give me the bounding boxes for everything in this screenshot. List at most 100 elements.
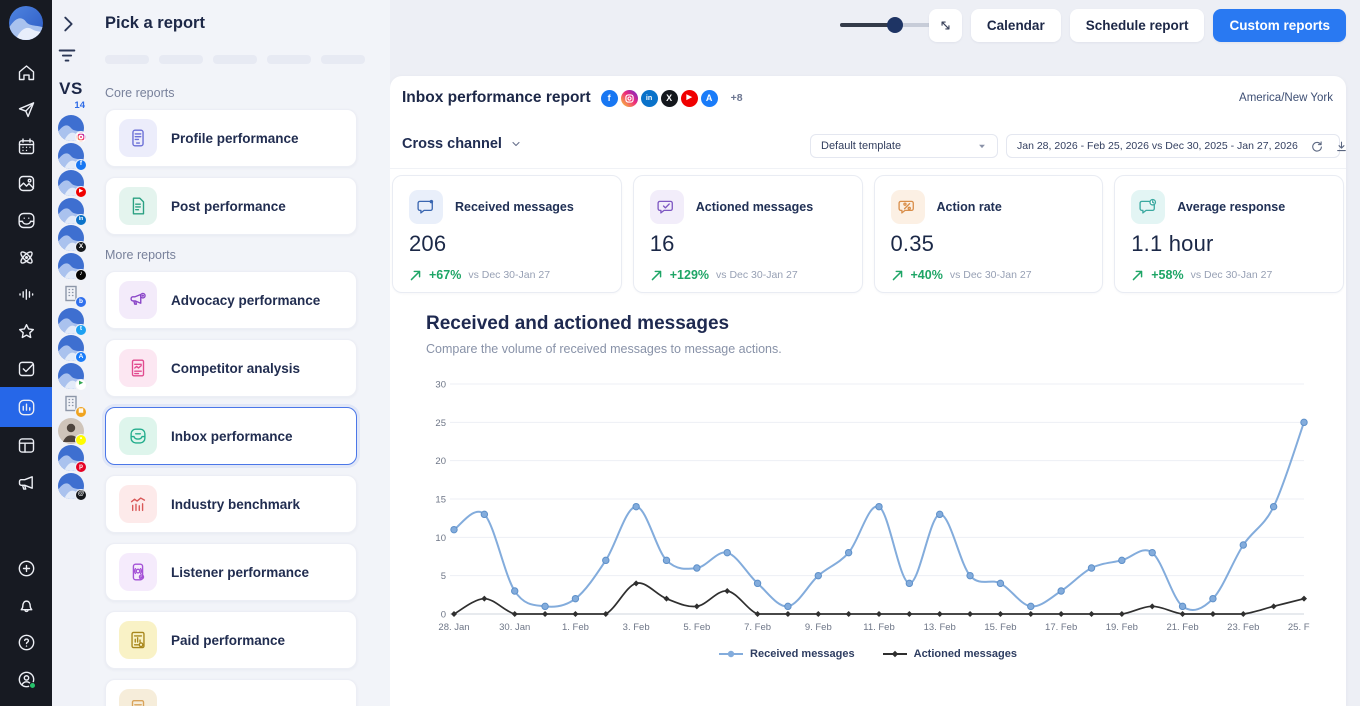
profile-avatar-instagram[interactable] (58, 115, 84, 141)
profile-avatar-app-store[interactable]: A (58, 335, 84, 361)
report-panel: Inbox performance report finX▶A +8 Ameri… (390, 76, 1346, 706)
profile-avatar-pinterest[interactable]: p (58, 445, 84, 471)
report-card-label: Competitor analysis (171, 361, 300, 376)
report-card-label: Inbox performance (171, 429, 293, 444)
nav-inbox-icon[interactable] (0, 202, 52, 239)
legend-received-messages[interactable]: Received messages (719, 648, 855, 660)
nav-add-icon[interactable] (0, 550, 52, 587)
report-card-listener-performance[interactable]: Listener performance (105, 543, 357, 601)
profile-avatar-linkedin[interactable]: in (58, 198, 84, 224)
more-networks-badge[interactable]: +8 (731, 92, 743, 104)
collapse-sidebar-icon[interactable] (57, 13, 79, 35)
profile-avatar-x[interactable]: X (58, 225, 84, 251)
app-logo-icon[interactable] (9, 6, 43, 40)
nav-home-icon[interactable] (0, 54, 52, 91)
svg-text:10: 10 (435, 533, 446, 544)
tiktok-icon: ♪ (75, 269, 87, 281)
report-card-post-performance[interactable]: Post performance (105, 177, 357, 235)
check-bubble-icon (650, 190, 684, 224)
nav-publish-icon[interactable] (0, 91, 52, 128)
schedule-report-button[interactable]: Schedule report (1070, 9, 1205, 42)
nav-calendar-icon[interactable] (0, 128, 52, 165)
report-card-industry-benchmark[interactable]: Industry benchmark (105, 475, 357, 533)
report-card-label: Advocacy performance (171, 293, 320, 308)
generic-report-icon (119, 689, 157, 706)
svg-text:25: 25 (435, 418, 446, 429)
template-select[interactable]: Default template (810, 134, 998, 158)
profile-avatar-youtube[interactable]: ▶ (58, 170, 84, 196)
timezone-label: America/New York (1239, 92, 1333, 104)
profile-avatar-facebook[interactable]: f (58, 143, 84, 169)
custom-reports-button[interactable]: Custom reports (1213, 9, 1346, 42)
channel-filter-dropdown[interactable]: Cross channel (402, 136, 522, 152)
nav-advocacy-icon[interactable] (0, 464, 52, 501)
svg-text:9. Feb: 9. Feb (805, 622, 832, 633)
nav-help-icon[interactable] (0, 624, 52, 661)
inbox-report-icon (119, 417, 157, 455)
calendar-button[interactable]: Calendar (971, 9, 1061, 42)
metric-value: 16 (650, 231, 846, 257)
profile-avatar-twitter[interactable]: t (58, 308, 84, 334)
chevron-down-icon (977, 141, 987, 151)
nav-profile-icon[interactable] (0, 661, 52, 698)
nav-listening-icon[interactable] (0, 276, 52, 313)
twitter-icon: t (75, 324, 87, 336)
expand-button[interactable] (929, 9, 962, 42)
svg-text:30. Jan: 30. Jan (499, 622, 530, 633)
chart-legend: Received messages Actioned messages (390, 648, 1346, 660)
report-card-paid-performance[interactable]: Paid performance (105, 611, 357, 669)
metric-comparison: vs Dec 30-Jan 27 (950, 269, 1032, 281)
date-range-value: Jan 28, 2026 - Feb 25, 2026 vs Dec 30, 2… (1017, 140, 1298, 152)
benchmark-report-icon (119, 485, 157, 523)
nav-tasks-icon[interactable] (0, 350, 52, 387)
metric-label: Actioned messages (696, 200, 813, 214)
nav-dashboards-icon[interactable] (0, 427, 52, 464)
profile-group-label[interactable]: VS (52, 79, 90, 99)
report-card-inbox-performance[interactable]: Inbox performance (105, 407, 357, 465)
metric-label: Action rate (937, 200, 1002, 214)
nav-media-icon[interactable] (0, 165, 52, 202)
metric-value: 1.1 hour (1131, 231, 1327, 257)
svg-text:15. Feb: 15. Feb (984, 622, 1016, 633)
profile-avatar-threads[interactable]: @ (58, 473, 84, 499)
metric-change: +67% (429, 268, 461, 282)
nav-connect-icon[interactable] (0, 239, 52, 276)
filter-icon[interactable] (56, 45, 78, 63)
slider-knob[interactable] (887, 17, 903, 33)
metric-change: +58% (1151, 268, 1183, 282)
nav-reviews-icon[interactable] (0, 313, 52, 350)
svg-text:15: 15 (435, 495, 446, 506)
profile-count-badge: 14 (74, 100, 85, 111)
nav-reports-icon[interactable] (0, 387, 52, 427)
svg-text:28. Jan: 28. Jan (438, 622, 469, 633)
loading-placeholder-row (105, 55, 365, 64)
legend-label: Actioned messages (914, 648, 1017, 660)
linkedin-icon: in (75, 214, 87, 226)
download-icon[interactable] (1335, 140, 1348, 153)
legend-actioned-messages[interactable]: Actioned messages (883, 648, 1017, 660)
percent-bubble-icon (891, 190, 925, 224)
chart-subtitle: Compare the volume of received messages … (426, 342, 782, 356)
report-card-competitor-analysis[interactable]: Competitor analysis (105, 339, 357, 397)
metric-comparison: vs Dec 30-Jan 27 (1191, 269, 1273, 281)
metric-card-received-messages: Received messages206+67%vs Dec 30-Jan 27 (392, 175, 622, 293)
page-title: Pick a report (105, 14, 205, 33)
report-card-profile-performance[interactable]: Profile performance (105, 109, 357, 167)
date-range-picker[interactable]: Jan 28, 2026 - Feb 25, 2026 vs Dec 30, 2… (1006, 134, 1340, 158)
report-card-truncated[interactable] (105, 679, 357, 706)
report-card-label: Profile performance (171, 131, 299, 146)
divider (390, 168, 1346, 169)
profile-avatar-tiktok[interactable]: ♪ (58, 253, 84, 279)
refresh-icon[interactable] (1310, 140, 1323, 153)
report-card-advocacy-performance[interactable]: Advocacy performance (105, 271, 357, 329)
x-icon: X (75, 241, 87, 253)
facebook-icon: f (601, 90, 618, 107)
profile-avatar-google-business[interactable]: b (58, 280, 84, 306)
profile-avatar-google-play[interactable]: ▶ (58, 363, 84, 389)
facebook-icon: f (75, 159, 87, 171)
nav-notifications-icon[interactable] (0, 587, 52, 624)
profile-avatar-analytics[interactable]: ▦ (58, 390, 84, 416)
profile-avatar-snapchat[interactable]: • (58, 418, 84, 444)
youtube-icon: ▶ (681, 90, 698, 107)
svg-text:1. Feb: 1. Feb (562, 622, 589, 633)
